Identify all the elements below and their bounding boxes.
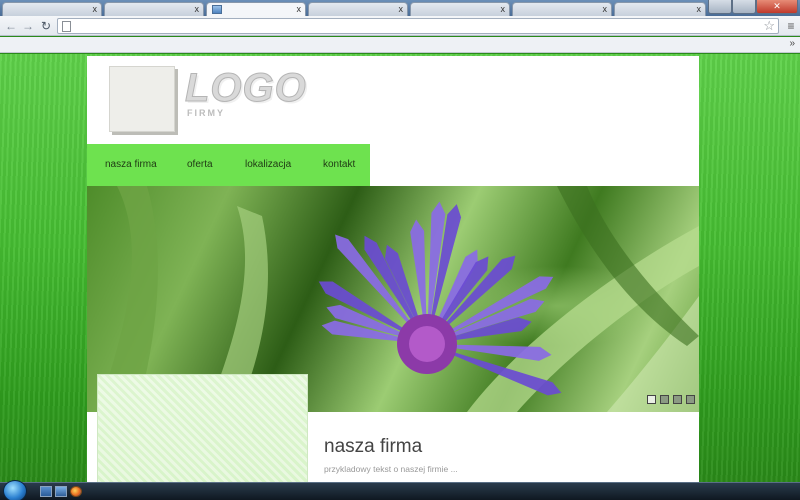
- star-icon[interactable]: ☆: [763, 18, 775, 34]
- favicon-icon: [212, 5, 222, 14]
- logo-subtitle: FIRMY: [187, 108, 225, 118]
- browser-tab[interactable]: x: [104, 2, 204, 16]
- minimize-button[interactable]: [708, 0, 732, 14]
- firefox-icon[interactable]: [70, 486, 82, 497]
- browser-tab[interactable]: x: [2, 2, 102, 16]
- nav-item-kontakt[interactable]: kontakt: [323, 159, 355, 170]
- tab-close-icon[interactable]: x: [697, 3, 702, 16]
- bookmarks-more-button[interactable]: »: [789, 37, 795, 51]
- maximize-button[interactable]: [732, 0, 756, 14]
- browser-tab[interactable]: x: [512, 2, 612, 16]
- page-icon: [62, 21, 71, 32]
- content-title: nasza firma: [324, 436, 423, 457]
- nav-item-oferta[interactable]: oferta: [187, 159, 213, 170]
- tab-close-icon[interactable]: x: [297, 3, 302, 16]
- close-icon: ✕: [773, 1, 781, 11]
- slider-pagination: [647, 395, 695, 404]
- forward-button[interactable]: →: [20, 18, 36, 34]
- tab-close-icon[interactable]: x: [501, 3, 506, 16]
- slider-dot-2[interactable]: [660, 395, 669, 404]
- nav-item-nasza-firma[interactable]: nasza firma: [105, 159, 157, 170]
- browser-tab[interactable]: x: [410, 2, 510, 16]
- switch-windows-icon[interactable]: [55, 486, 67, 497]
- site-nav: nasza firma oferta lokalizacja kontakt: [87, 144, 370, 186]
- reload-button[interactable]: ↻: [38, 18, 54, 34]
- sidebar-panel: [97, 374, 308, 484]
- logo-image[interactable]: [109, 66, 175, 132]
- browser-tab-active[interactable]: x: [206, 2, 306, 16]
- page-viewport: LOGO FIRMY nasza firma oferta lokalizacj…: [0, 54, 800, 484]
- site-container: LOGO FIRMY nasza firma oferta lokalizacj…: [87, 56, 699, 484]
- logo-text[interactable]: LOGO: [185, 66, 307, 111]
- back-button[interactable]: ←: [3, 18, 19, 34]
- content-text: przykladowy tekst o naszej firmie ...: [324, 464, 458, 474]
- browser-tab[interactable]: x: [614, 2, 706, 16]
- tab-close-icon[interactable]: x: [603, 3, 608, 16]
- bookmarks-bar: »: [0, 37, 800, 53]
- nav-item-lokalizacja[interactable]: lokalizacja: [245, 159, 291, 170]
- slider-dot-3[interactable]: [673, 395, 682, 404]
- browser-toolbar: ← → ↻ ☆ ≡: [0, 16, 800, 36]
- browser-tab[interactable]: x: [308, 2, 408, 16]
- tab-close-icon[interactable]: x: [93, 3, 98, 16]
- tab-close-icon[interactable]: x: [195, 3, 200, 16]
- menu-icon[interactable]: ≡: [784, 18, 798, 34]
- slider-dot-4[interactable]: [686, 395, 695, 404]
- slider-dot-1[interactable]: [647, 395, 656, 404]
- tab-strip: x x x x x x x ✕: [0, 0, 800, 16]
- taskbar: [0, 480, 800, 500]
- show-desktop-icon[interactable]: [40, 486, 52, 497]
- address-bar[interactable]: ☆: [57, 18, 779, 34]
- tab-close-icon[interactable]: x: [399, 3, 404, 16]
- window-close-button[interactable]: ✕: [756, 0, 798, 14]
- windows-start-icon[interactable]: [3, 480, 27, 500]
